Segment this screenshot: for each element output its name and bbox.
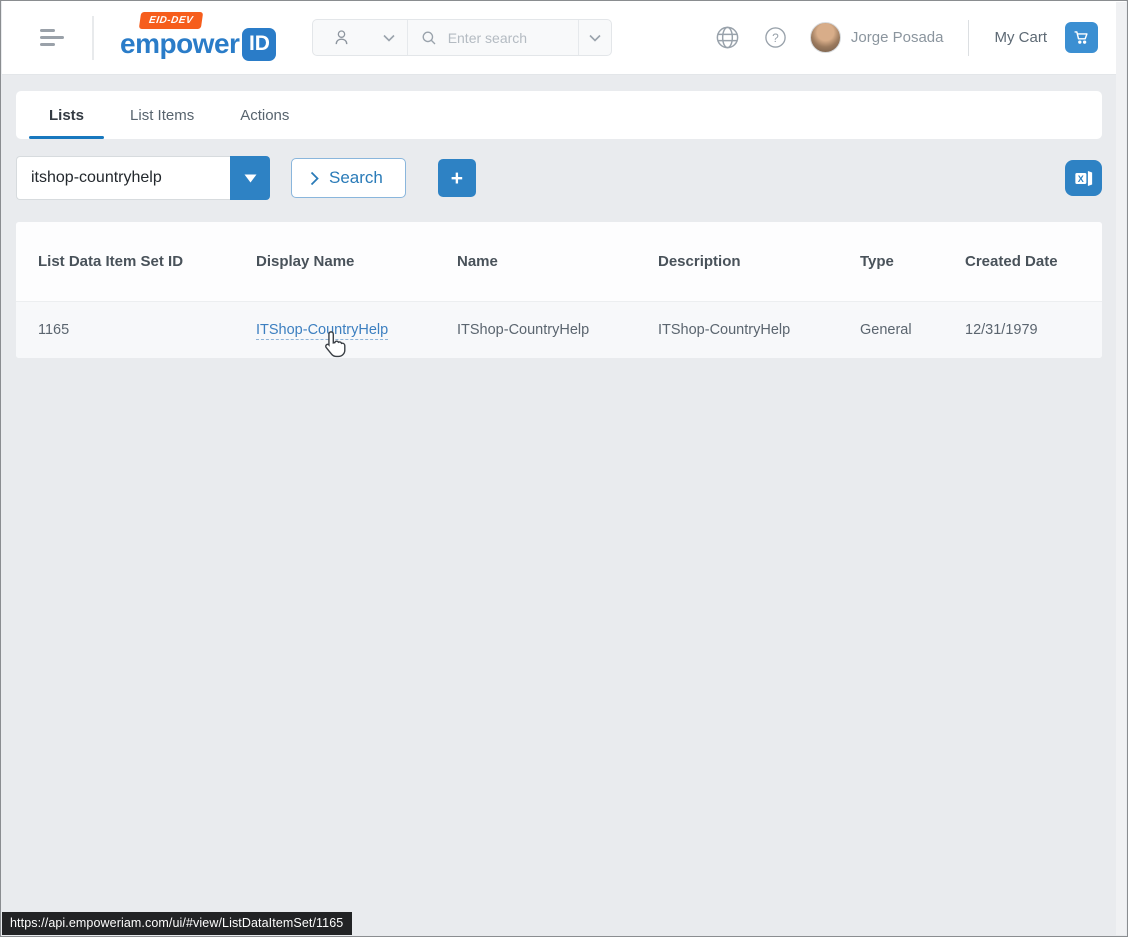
grid-header-row: List Data Item Set ID Display Name Name … xyxy=(16,222,1102,301)
export-excel-button[interactable]: X xyxy=(1065,160,1102,196)
lists-grid: List Data Item Set ID Display Name Name … xyxy=(16,222,1102,358)
plus-icon: + xyxy=(451,168,463,189)
tab-bar: Lists List Items Actions xyxy=(16,91,1102,139)
cell-display-name: ITShop-CountryHelp xyxy=(256,322,457,338)
vertical-scrollbar[interactable] xyxy=(1116,2,1126,935)
page-content: Lists List Items Actions Search + X Li xyxy=(2,76,1116,935)
empowerid-logo[interactable]: EID-DEV empower ID xyxy=(120,12,270,66)
globe-icon xyxy=(714,24,741,51)
logo-id-mark: ID xyxy=(242,28,276,61)
cart-button[interactable] xyxy=(1065,22,1098,53)
search-toolbar: Search + X xyxy=(16,156,1102,200)
language-globe-button[interactable] xyxy=(714,24,741,51)
cell-name: ITShop-CountryHelp xyxy=(457,322,658,338)
svg-text:X: X xyxy=(1078,173,1084,183)
global-search-input[interactable] xyxy=(448,30,568,46)
tab-actions[interactable]: Actions xyxy=(227,91,302,139)
column-header-list-data-item-set-id[interactable]: List Data Item Set ID xyxy=(38,253,256,270)
search-icon xyxy=(420,29,438,47)
environment-badge: EID-DEV xyxy=(139,12,203,29)
filter-dropdown-button[interactable] xyxy=(230,156,270,200)
search-options-dropdown[interactable] xyxy=(578,20,611,55)
app-header: EID-DEV empower ID xyxy=(2,1,1126,75)
cell-list-data-item-set-id: 1165 xyxy=(38,322,256,338)
column-header-description[interactable]: Description xyxy=(658,253,860,270)
table-row: 1165 ITShop-CountryHelp ITShop-CountryHe… xyxy=(16,301,1102,358)
status-bar-url: https://api.empoweriam.com/ui/#view/List… xyxy=(2,912,352,935)
avatar xyxy=(810,22,841,53)
dropdown-caret-icon xyxy=(244,174,257,183)
chevron-down-icon xyxy=(383,34,395,42)
list-filter-input[interactable] xyxy=(16,156,230,200)
search-button[interactable]: Search xyxy=(291,158,406,198)
chevron-down-icon xyxy=(589,34,601,42)
global-search-field[interactable] xyxy=(408,20,578,55)
cell-type: General xyxy=(860,322,965,338)
display-name-link[interactable]: ITShop-CountryHelp xyxy=(256,322,388,340)
column-header-display-name[interactable]: Display Name xyxy=(256,253,457,270)
user-name: Jorge Posada xyxy=(851,29,944,46)
column-header-created-date[interactable]: Created Date xyxy=(965,253,1080,270)
excel-export-icon: X xyxy=(1072,167,1095,190)
tab-list-items[interactable]: List Items xyxy=(117,91,207,139)
chevron-right-icon xyxy=(310,171,319,186)
column-header-name[interactable]: Name xyxy=(457,253,658,270)
cell-description: ITShop-CountryHelp xyxy=(658,322,860,338)
cart-icon xyxy=(1073,29,1090,46)
person-icon xyxy=(331,27,352,48)
header-divider xyxy=(92,16,94,60)
search-entity-selector[interactable] xyxy=(313,20,408,55)
hamburger-menu-icon[interactable] xyxy=(40,25,66,50)
column-header-type[interactable]: Type xyxy=(860,253,965,270)
header-divider xyxy=(968,20,969,56)
global-search-bar xyxy=(312,19,612,56)
user-menu[interactable]: Jorge Posada xyxy=(810,22,944,53)
my-cart-label: My Cart xyxy=(995,29,1048,46)
logo-word: empower xyxy=(120,28,239,60)
svg-text:?: ? xyxy=(772,31,779,45)
cell-created-date: 12/31/1979 xyxy=(965,322,1080,338)
help-button[interactable]: ? xyxy=(763,25,788,50)
tab-lists[interactable]: Lists xyxy=(36,91,97,139)
add-list-button[interactable]: + xyxy=(438,159,476,197)
help-icon: ? xyxy=(763,25,788,50)
